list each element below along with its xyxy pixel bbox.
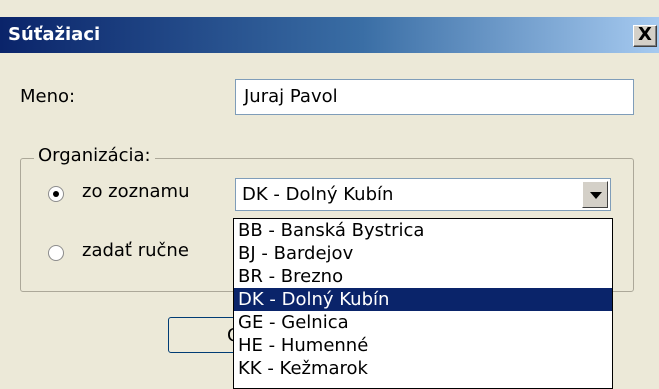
list-item[interactable]: KK - Kežmarok bbox=[234, 357, 612, 380]
organization-dropdown-list[interactable]: BB - Banská Bystrica BJ - Bardejov BR - … bbox=[233, 218, 613, 389]
list-item[interactable]: BB - Banská Bystrica bbox=[234, 219, 612, 242]
organization-combobox[interactable]: DK - Dolný Kubín bbox=[235, 178, 611, 211]
list-item[interactable]: GE - Gelnica bbox=[234, 311, 612, 334]
name-label: Meno: bbox=[20, 86, 76, 107]
list-item[interactable]: BR - Brezno bbox=[234, 265, 612, 288]
radio-from-list[interactable] bbox=[48, 186, 64, 202]
list-item[interactable]: HE - Humenné bbox=[234, 334, 612, 357]
dialog-title: Súťažiaci bbox=[8, 24, 101, 45]
name-field[interactable]: Juraj Pavol bbox=[235, 79, 634, 115]
radio-from-list-label[interactable]: zo zoznamu bbox=[82, 181, 189, 202]
title-bar[interactable]: Súťažiaci X bbox=[0, 17, 659, 53]
chevron-down-icon[interactable] bbox=[582, 181, 608, 208]
list-item-selected[interactable]: DK - Dolný Kubín bbox=[234, 288, 612, 311]
organization-legend: Organizácia: bbox=[34, 145, 155, 166]
radio-manual[interactable] bbox=[48, 245, 64, 261]
close-button[interactable]: X bbox=[633, 25, 657, 47]
dialog-window: Súťažiaci X Meno: Juraj Pavol Organizáci… bbox=[0, 0, 659, 389]
list-item[interactable]: BJ - Bardejov bbox=[234, 242, 612, 265]
radio-manual-label[interactable]: zadať ručne bbox=[82, 240, 189, 261]
combo-selected-value: DK - Dolný Kubín bbox=[242, 184, 394, 205]
